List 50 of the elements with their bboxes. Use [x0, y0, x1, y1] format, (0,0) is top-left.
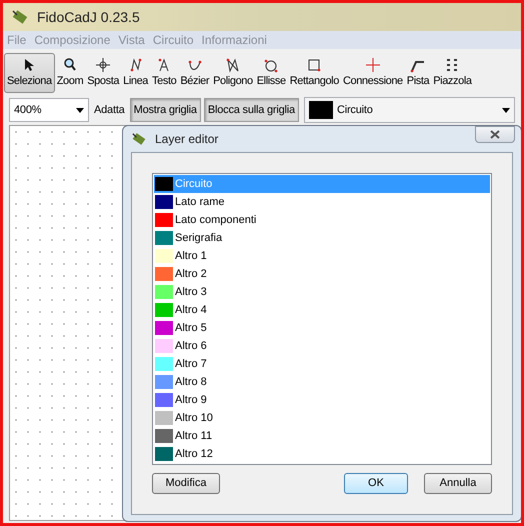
layer-item[interactable]: Altro 12	[154, 445, 490, 463]
caret-icon	[502, 108, 510, 112]
move-icon	[95, 57, 112, 73]
tool-button[interactable]: Rettangolo	[288, 53, 341, 93]
layer-item[interactable]: Altro 9	[154, 391, 490, 409]
zoom-dropdown[interactable]: 400%	[9, 98, 89, 122]
window-title: FidoCadJ 0.23.5	[37, 8, 140, 26]
tool-button[interactable]: Sposta	[85, 53, 122, 93]
layer-item[interactable]: Altro 1	[154, 247, 490, 265]
dialog-button[interactable]: Annulla	[424, 473, 492, 494]
tool-button[interactable]: Pista	[404, 53, 432, 93]
layer-name: Circuito	[336, 102, 374, 118]
tool-button[interactable]: Ellisse	[254, 53, 288, 93]
dialog-title: Layer editor	[155, 131, 218, 148]
layer-item[interactable]: Altro 8	[154, 373, 490, 391]
layer-item[interactable]: Altro 3	[154, 283, 490, 301]
layer-item[interactable]: Lato rame	[154, 193, 490, 211]
toggle-button[interactable]: Blocca sulla griglia	[204, 98, 299, 122]
tool-button[interactable]: Linea	[121, 53, 150, 93]
layer-item[interactable]: Lato componenti	[154, 211, 490, 229]
tool-button[interactable]: Zoom	[54, 53, 86, 93]
layer-item[interactable]: Altro 10	[154, 409, 490, 427]
layer-item[interactable]: Altro 11	[154, 427, 490, 445]
ok-button[interactable]: OK	[344, 473, 408, 494]
tool-button[interactable]: Connessione	[340, 53, 405, 93]
tool-button[interactable]: Seleziona	[4, 53, 55, 93]
magnifier-icon	[62, 57, 78, 73]
plus-icon	[364, 57, 381, 73]
polygon-icon	[224, 57, 241, 73]
dialog-button[interactable]: Modifica	[152, 473, 220, 494]
tool-button[interactable]: Testo	[150, 53, 178, 93]
layer-item[interactable]: Altro 5	[154, 319, 490, 337]
fit-button[interactable]: Adatta	[92, 98, 127, 122]
layer-item[interactable]: Altro 4	[154, 301, 490, 319]
rectangle-icon	[306, 57, 322, 73]
layer-item[interactable]: Altro 2	[154, 265, 490, 283]
layer-dropdown[interactable]: Circuito	[304, 97, 515, 123]
zoom-value: 400%	[14, 102, 42, 118]
layer-item[interactable]: Altro 6	[154, 337, 490, 355]
close-icon	[490, 130, 500, 139]
line-icon	[128, 57, 144, 73]
ellipse-icon	[263, 57, 280, 73]
caret-icon	[76, 108, 84, 112]
layer-item[interactable]: Altro 7	[154, 355, 490, 373]
layer-item[interactable]: Serigrafia	[154, 229, 490, 247]
toggle-button[interactable]: Mostra griglia	[130, 98, 201, 122]
tool-button[interactable]: Bézier	[178, 53, 212, 93]
tool-button[interactable]: Piazzola	[431, 53, 474, 93]
close-button[interactable]	[475, 126, 515, 143]
tool-button[interactable]: Poligono	[211, 53, 255, 93]
